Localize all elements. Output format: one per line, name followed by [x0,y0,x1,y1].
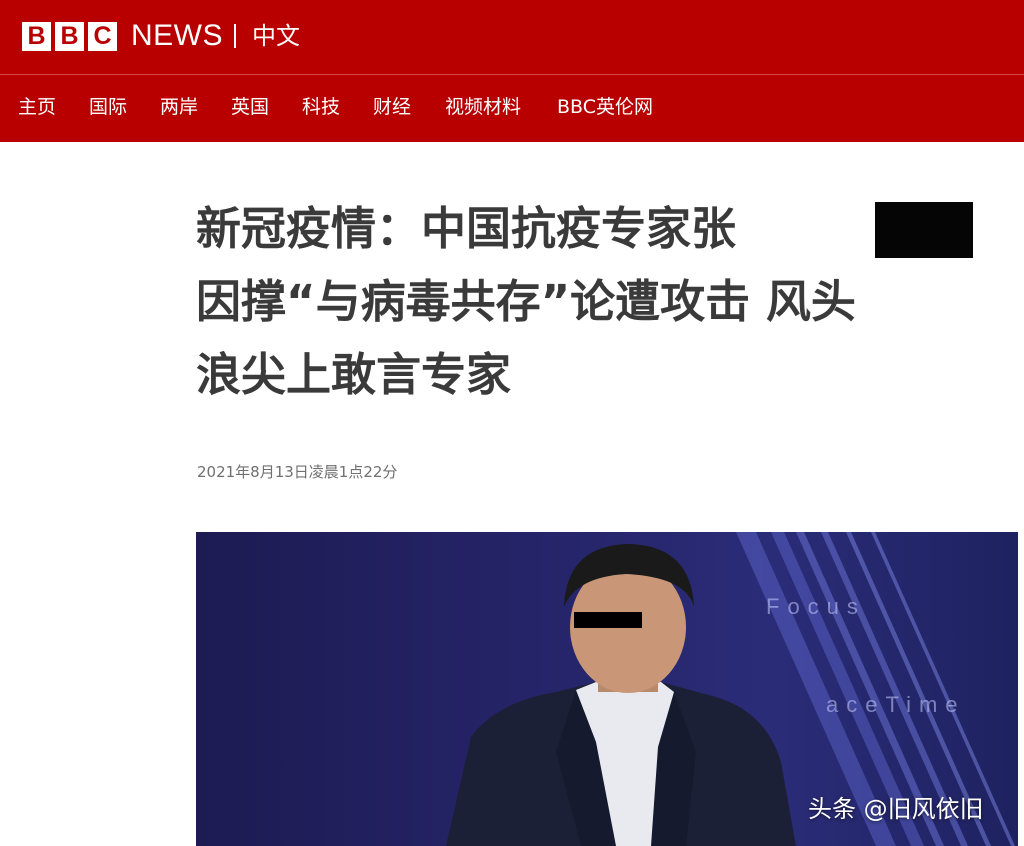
nav-item-video[interactable]: 视频材料 [445,95,521,119]
page: B B C NEWS 中文 主页 国际 两岸 英国 科技 财经 视频材料 BBC… [0,0,1024,846]
edition-label[interactable]: 中文 [252,20,300,52]
nav-item-finance[interactable]: 财经 [373,95,411,119]
watermark: 头条 @旧风依旧 [808,795,984,823]
headline-line-2: 因撑“与病毒共存”论遭攻击 风头 [196,275,856,328]
nav-item-bbc-uk-china[interactable]: BBC英伦网 [557,95,653,119]
masthead: B B C NEWS 中文 主页 国际 两岸 英国 科技 财经 视频材料 BBC… [0,0,1024,142]
article-date: 2021年8月13日凌晨1点22分 [197,463,398,481]
bbc-logo[interactable]: B B C [22,22,117,51]
photo-bg-text-facetime: aceTime [826,692,966,717]
bbc-logo-block-b2: B [55,22,84,51]
bbc-logo-block-b1: B [22,22,51,51]
eye-redaction [574,612,642,628]
news-wordmark[interactable]: NEWS [131,19,223,53]
nav-item-home[interactable]: 主页 [18,95,56,119]
redaction-bar [875,202,973,258]
headline-line-1: 新冠疫情：中国抗疫专家张 [196,202,737,255]
headline-line-3: 浪尖上敢言专家 [196,348,512,401]
nav-item-tech[interactable]: 科技 [302,95,340,119]
brand-divider [234,24,236,48]
bbc-logo-block-c: C [88,22,117,51]
nav-item-cross-strait[interactable]: 两岸 [160,95,198,119]
nav-item-uk[interactable]: 英国 [231,95,269,119]
photo-bg-text-focus: Focus [766,594,866,619]
nav-item-international[interactable]: 国际 [89,95,127,119]
brand-row: B B C NEWS 中文 [0,0,1024,75]
main-nav: 主页 国际 两岸 英国 科技 财经 视频材料 BBC英伦网 [0,75,1024,142]
